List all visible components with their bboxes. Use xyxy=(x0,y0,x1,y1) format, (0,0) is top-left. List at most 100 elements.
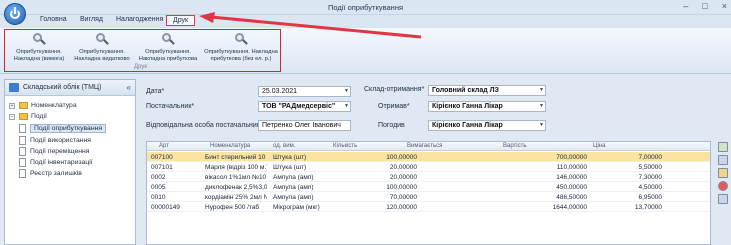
table-row[interactable]: 0002 вікасол 1%1мл №10 Ампула (амп) 20,0000… xyxy=(147,172,710,182)
print-invoice-incoming-no-signature-button[interactable]: Оприбуткування. Накладна прибуткова (без… xyxy=(201,33,281,62)
table-cell: 6,95000 xyxy=(638,194,663,201)
magnifier-icon xyxy=(161,33,175,47)
table-cell: 700,00000 xyxy=(556,154,587,161)
title-bar: Події оприбуткування – □ × xyxy=(0,0,731,15)
table-cell: Штука (шт) xyxy=(273,164,307,171)
table-cell: Штука (шт) xyxy=(273,154,307,161)
folder-icon xyxy=(19,113,28,120)
responsible-label: Відповідальна особа постачальника xyxy=(146,122,264,129)
main-content: Дата* 25.03.2021 ▼ Склад-отримання* Голо… xyxy=(140,79,731,245)
table-cell: вікасол 1%1мл №10 xyxy=(205,174,267,181)
print-invoice-outgoing-button[interactable]: Оприбуткування. Накладна видатково xyxy=(69,33,135,62)
table-cell: Ампула (амп) xyxy=(273,184,314,191)
table-row[interactable]: 00000149 Нурофен 500 /таб Мікрограм (мкг) 1… xyxy=(147,202,710,212)
supplier-select[interactable]: ТОВ "РАДмедсервіс" ▼ xyxy=(258,101,351,112)
minimize-icon[interactable]: – xyxy=(683,2,688,11)
date-label: Дата* xyxy=(146,88,165,95)
table-cell: 0005 xyxy=(151,184,166,191)
approved-label: Погодив xyxy=(378,122,405,129)
document-icon xyxy=(19,136,26,145)
table-tools xyxy=(718,142,729,207)
table-settings-icon[interactable] xyxy=(718,194,728,204)
tab-home[interactable]: Головна xyxy=(40,16,67,23)
table-cell: 20,00000 xyxy=(389,164,417,171)
print-invoice-incoming-button[interactable]: Оприбуткування. Накладна прибуткова xyxy=(135,33,201,62)
add-row-icon[interactable] xyxy=(718,142,728,152)
table-cell: Нурофен 500 /таб xyxy=(205,204,260,211)
table-cell: 110,00000 xyxy=(556,164,587,171)
navigation-panel: Складський облік (ТМЦ) « + Номенклатура … xyxy=(4,79,136,245)
table-row[interactable]: 0005 диклофенак 2,5%3,0... Ампула (амп) 100… xyxy=(147,182,710,192)
table-cell: 0002 xyxy=(151,174,166,181)
table-cell: 100,00000 xyxy=(386,184,417,191)
table-cell: 70,00000 xyxy=(389,194,417,201)
edit-row-icon[interactable] xyxy=(718,155,728,165)
chevron-down-icon[interactable]: ▼ xyxy=(539,122,544,128)
items-table: Арт Номенклатура од. вим. Кількість Вима… xyxy=(146,141,711,245)
table-cell: 0010 xyxy=(151,194,166,201)
tab-view[interactable]: Вигляд xyxy=(80,16,103,23)
window-title: Події оприбуткування xyxy=(327,3,404,12)
chevron-down-icon[interactable]: ▼ xyxy=(539,87,544,93)
tab-settings[interactable]: Налагодження xyxy=(116,16,163,23)
collapse-tree-icon[interactable]: − xyxy=(9,114,15,120)
table-cell: 4,50000 xyxy=(638,184,663,191)
chevron-down-icon[interactable]: ▼ xyxy=(539,103,544,109)
table-cell: кордіамін 25% 2мл №... xyxy=(205,194,267,201)
table-cell: 486,50000 xyxy=(556,194,587,201)
table-row[interactable]: 0010 кордіамін 25% 2мл №... Ампула (амп) 70… xyxy=(147,192,710,202)
table-cell: Мікрограм (мкг) xyxy=(273,204,320,211)
tab-print[interactable]: Друк xyxy=(166,15,196,26)
table-cell: Марля (відріз 100 м.) xyxy=(205,164,267,171)
magnifier-icon xyxy=(95,33,109,47)
copy-row-icon[interactable] xyxy=(718,168,728,178)
table-cell: 7,30000 xyxy=(638,174,663,181)
navigation-header: Складський облік (ТМЦ) « xyxy=(5,80,135,96)
table-row[interactable]: 007101 Марля (відріз 100 м.) Штука (шт) 20,… xyxy=(147,162,710,172)
table-cell: 450,00000 xyxy=(556,184,587,191)
supplier-label: Постачальник* xyxy=(146,103,195,110)
magnifier-icon xyxy=(234,33,248,47)
table-cell: 13,70000 xyxy=(634,204,662,211)
collapse-icon[interactable]: « xyxy=(127,83,131,92)
table-cell: 1644,00000 xyxy=(552,204,587,211)
table-cell: 20,00000 xyxy=(389,174,417,181)
table-cell: Ампула (амп) xyxy=(273,194,314,201)
menu-bar: Головна Вигляд Налагодження Друк xyxy=(0,15,731,28)
warehouse-select[interactable]: Головний склад ЛЗ ▼ xyxy=(428,85,546,96)
delete-row-icon[interactable] xyxy=(718,181,728,191)
document-icon xyxy=(19,158,26,167)
responsible-field[interactable]: Петренко Олег Іванович xyxy=(258,120,351,131)
table-cell: 120,00000 xyxy=(386,204,417,211)
warehouse-label: Склад-отримання* xyxy=(364,86,425,93)
table-cell: 5,50000 xyxy=(638,164,663,171)
print-ribbon-group: Оприбуткування. Накладна (вимога) Оприбу… xyxy=(4,29,281,72)
receiver-select[interactable]: Кірієнко Ганна Лікар ▼ xyxy=(428,101,546,112)
chevron-down-icon[interactable]: ▼ xyxy=(344,88,349,94)
date-field[interactable]: 25.03.2021 ▼ xyxy=(258,86,351,97)
document-icon xyxy=(19,169,26,178)
document-icon xyxy=(19,124,26,133)
table-cell: 146,00000 xyxy=(556,174,587,181)
window-controls: – □ × xyxy=(683,2,727,11)
close-icon[interactable]: × xyxy=(722,2,727,11)
receiver-label: Отримав* xyxy=(378,103,410,110)
maximize-icon[interactable]: □ xyxy=(702,2,707,11)
table-cell: 7,00000 xyxy=(638,154,663,161)
table-cell: Ампула (амп) xyxy=(273,174,314,181)
print-invoice-demand-button[interactable]: Оприбуткування. Накладна (вимога) xyxy=(7,33,71,62)
folder-icon xyxy=(19,102,28,109)
warehouse-icon xyxy=(9,83,19,92)
approved-select[interactable]: Кірієнко Ганна Лікар ▼ xyxy=(428,120,546,131)
table-cell: 007101 xyxy=(151,164,173,171)
table-cell: диклофенак 2,5%3,0... xyxy=(205,184,267,191)
app-menu-button[interactable] xyxy=(4,3,26,25)
table-cell: 00000149 xyxy=(151,204,180,211)
ribbon-group-label: Друк xyxy=(134,64,147,70)
expand-icon[interactable]: + xyxy=(9,103,15,109)
ribbon: Оприбуткування. Накладна (вимога) Оприбу… xyxy=(0,28,731,74)
table-cell: 100,00000 xyxy=(386,154,417,161)
magnifier-icon xyxy=(32,33,46,47)
table-row[interactable]: 007100 Бинт стерильний 10 м... Штука (шт) 1… xyxy=(147,152,710,162)
chevron-down-icon[interactable]: ▼ xyxy=(344,103,349,109)
